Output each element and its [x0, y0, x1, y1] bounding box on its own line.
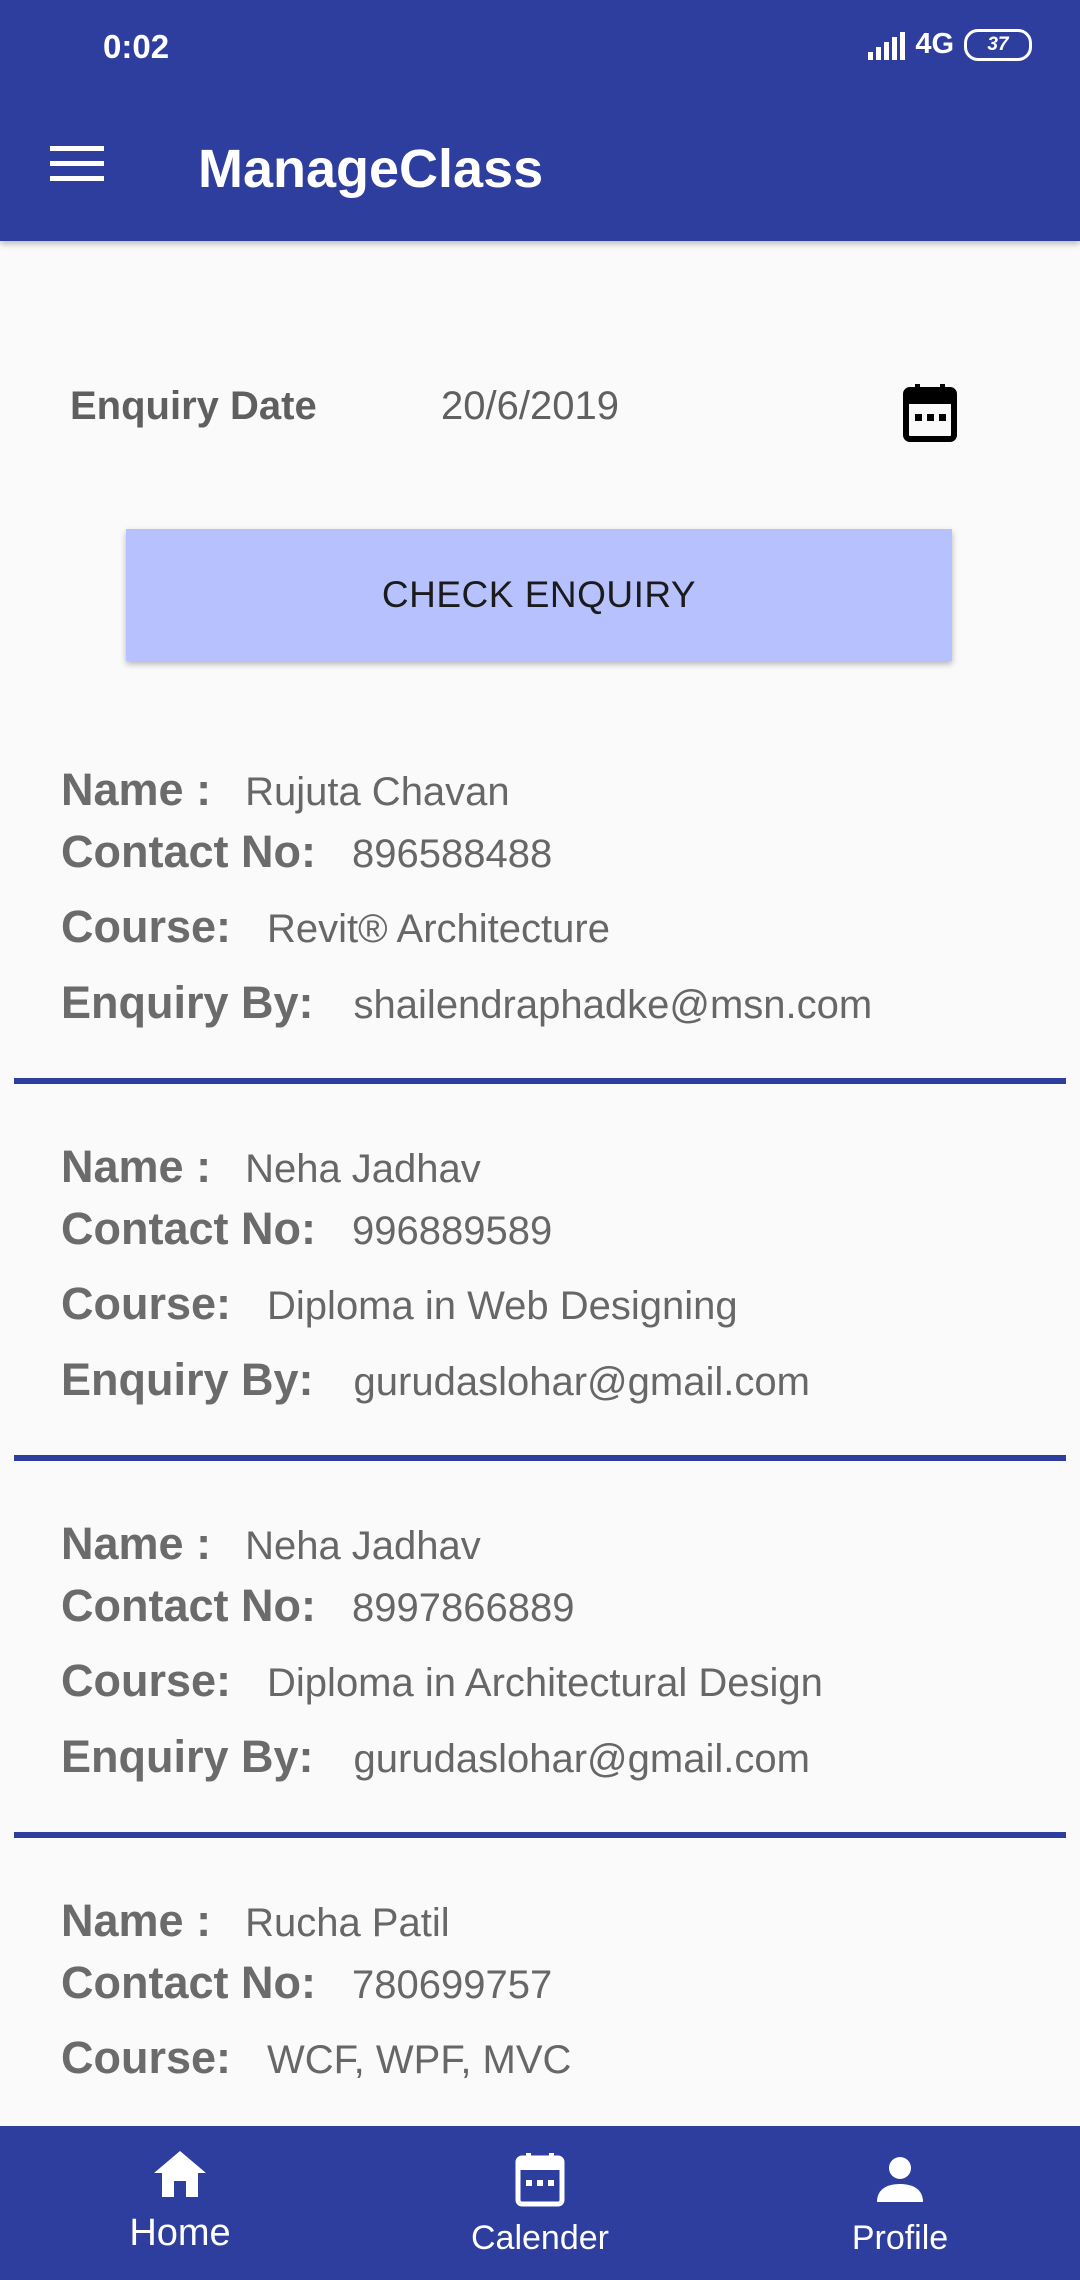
- hamburger-icon: [50, 146, 104, 151]
- enquiry-card: Name : Rujuta Chavan Contact No: 896588488…: [0, 756, 1080, 1133]
- enquiry-by-value: gurudaslohar@gmail.com: [353, 1360, 810, 1404]
- network-type: 4G: [915, 28, 954, 60]
- nav-profile-label: Profile: [851, 2219, 949, 2257]
- contact-value: 8997866889: [351, 1586, 575, 1630]
- contact-value: 996889589: [351, 1209, 553, 1253]
- contact-label: Contact No:: [61, 826, 316, 877]
- name-value: Rujuta Chavan: [245, 770, 510, 814]
- course-value: Diploma in Architectural Design: [267, 1661, 823, 1705]
- name-label: Name :: [61, 1518, 212, 1569]
- name-label: Name :: [61, 1895, 212, 1946]
- nav-home[interactable]: Home: [0, 2126, 360, 2280]
- app-title: ManageClass: [198, 139, 544, 199]
- person-icon: [877, 2157, 923, 2202]
- card-divider: [14, 1832, 1066, 1838]
- check-enquiry-button[interactable]: CHECK ENQUIRY: [126, 529, 952, 661]
- status-time: 0:02: [103, 28, 170, 65]
- nav-calendar-label: Calender: [471, 2219, 609, 2257]
- nav-home-label: Home: [129, 2212, 231, 2254]
- name-label: Name :: [61, 764, 212, 815]
- enquiry-by-value: gurudaslohar@gmail.com: [353, 1737, 810, 1781]
- date-picker-button[interactable]: [903, 384, 957, 442]
- course-value: WCF, WPF, MVC: [267, 2038, 572, 2082]
- home-icon: [154, 2151, 206, 2197]
- battery-icon: 37: [964, 28, 1032, 61]
- enquiry-by-label: Enquiry By:: [61, 1354, 314, 1405]
- name-label: Name :: [61, 1141, 212, 1192]
- enquiry-by-value: shailendraphadke@msn.com: [353, 983, 873, 1027]
- calendar-icon: [903, 384, 957, 442]
- menu-button[interactable]: [50, 146, 104, 182]
- course-label: Course:: [61, 901, 232, 952]
- contact-value: 780699757: [351, 1963, 553, 2007]
- name-value: Rucha Patil: [245, 1901, 450, 1945]
- course-label: Course:: [61, 1655, 232, 1706]
- course-value: Diploma in Web Designing: [267, 1284, 738, 1328]
- name-value: Neha Jadhav: [245, 1524, 481, 1568]
- name-value: Neha Jadhav: [245, 1147, 481, 1191]
- enquiry-by-label: Enquiry By:: [61, 977, 314, 1028]
- app-bar: 0:02 4G 37 ManageClass: [0, 0, 1080, 241]
- course-value: Revit® Architecture: [267, 907, 610, 951]
- calendar-icon: [515, 2153, 565, 2207]
- enquiry-date-value[interactable]: 20/6/2019: [441, 384, 619, 429]
- course-label: Course:: [61, 1278, 232, 1329]
- nav-calendar[interactable]: Calender: [360, 2126, 720, 2280]
- enquiry-by-label: Enquiry By:: [61, 1731, 314, 1782]
- nav-profile[interactable]: Profile: [720, 2126, 1080, 2280]
- contact-label: Contact No:: [61, 1957, 316, 2008]
- contact-label: Contact No:: [61, 1203, 316, 1254]
- card-divider: [14, 1078, 1066, 1084]
- card-divider: [14, 1455, 1066, 1461]
- contact-label: Contact No:: [61, 1580, 316, 1631]
- enquiry-card: Name : Neha Jadhav Contact No: 996889589 C…: [0, 1133, 1080, 1510]
- enquiry-date-label: Enquiry Date: [70, 384, 317, 428]
- course-label: Course:: [61, 2032, 232, 2083]
- enquiry-list: Name : Rujuta Chavan Contact No: 896588488…: [0, 756, 1080, 2264]
- status-icons: 4G 37: [868, 28, 1032, 61]
- bottom-navigation: Home Calender Profile: [0, 2126, 1080, 2280]
- enquiry-card: Name : Neha Jadhav Contact No: 8997866889 …: [0, 1510, 1080, 1887]
- contact-value: 896588488: [351, 832, 553, 876]
- signal-icon: [868, 30, 906, 60]
